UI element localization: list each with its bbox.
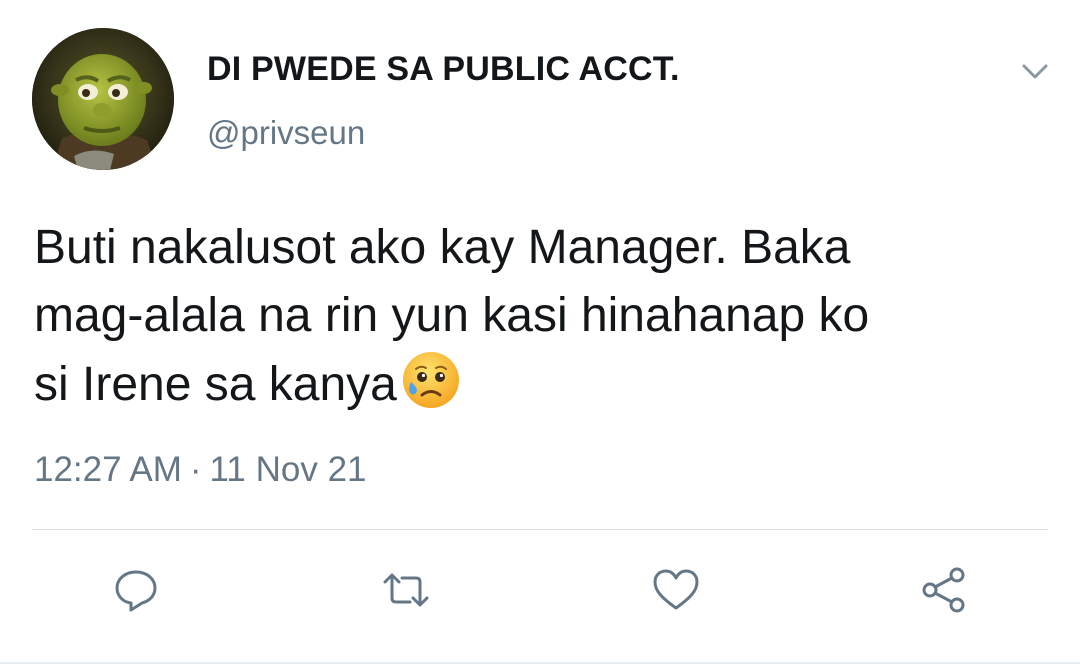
divider: [32, 529, 1048, 530]
heart-icon: [653, 569, 699, 610]
separator-dot: ·: [189, 450, 202, 489]
display-name[interactable]: DI PWEDE SA PUBLIC ACCT.: [207, 50, 680, 89]
tweet-time: 12:27 AM: [34, 450, 182, 489]
tweet-text-line: Buti nakalusot ako kay Manager. Baka: [34, 221, 851, 274]
retweet-icon: [383, 573, 429, 607]
bottom-divider: [0, 662, 1080, 664]
avatar[interactable]: [32, 28, 174, 170]
retweet-button[interactable]: [380, 564, 432, 616]
tweet-timestamp[interactable]: 12:27 AM · 11 Nov 21: [34, 450, 367, 490]
shrek-avatar-image: [32, 28, 174, 170]
reply-button[interactable]: [110, 564, 162, 616]
tweet-text: Buti nakalusot ako kay Manager. Baka mag…: [34, 214, 1054, 419]
tweet-date: 11 Nov 21: [209, 450, 367, 489]
sad-but-relieved-face-emoji: [401, 350, 461, 410]
share-icon: [922, 567, 965, 613]
chevron-down-icon[interactable]: [1016, 52, 1054, 90]
tweet-text-segment: si Irene sa kanya: [34, 358, 397, 411]
share-button[interactable]: [918, 564, 970, 616]
tweet-text-line: mag-alala na rin yun kasi hinahanap ko: [34, 289, 870, 342]
like-button[interactable]: [650, 564, 702, 616]
tweet-text-line: si Irene sa kanya: [34, 350, 1054, 419]
reply-icon: [115, 570, 157, 612]
user-handle[interactable]: @privseun: [207, 114, 365, 152]
